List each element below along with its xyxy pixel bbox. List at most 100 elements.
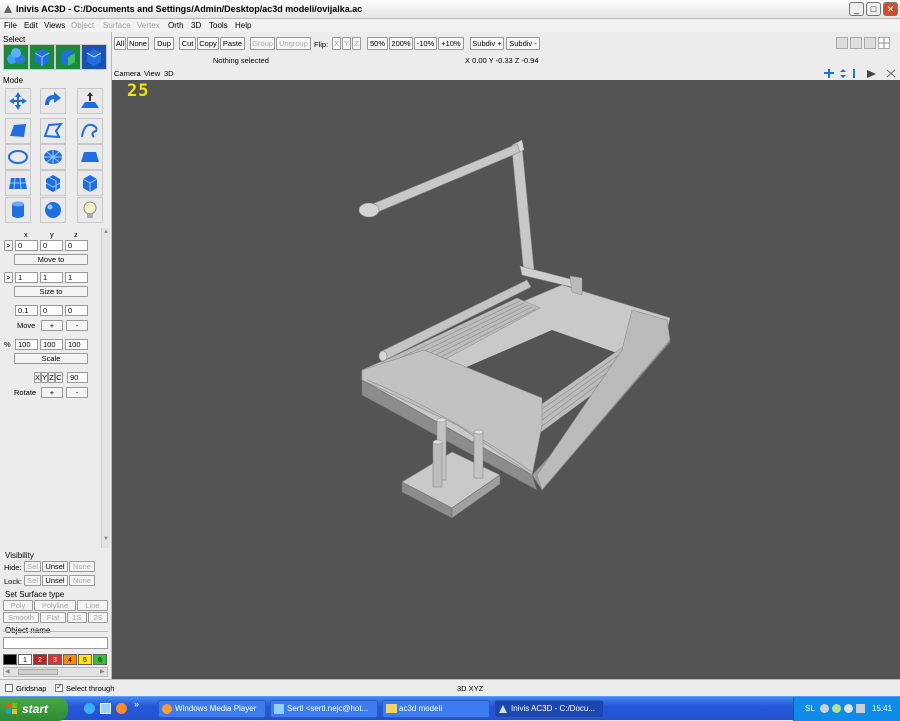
create-grid-box-button[interactable]: [40, 170, 66, 196]
select-through-checkbox[interactable]: ✓: [55, 684, 63, 692]
rotate-plus-button[interactable]: +: [41, 387, 63, 398]
3d-viewport[interactable]: 25: [112, 80, 900, 679]
copy-button[interactable]: Copy: [197, 37, 219, 50]
tray-volume-icon[interactable]: [856, 704, 865, 713]
view-extra-icon[interactable]: [885, 68, 897, 79]
gridsnap-checkbox[interactable]: [5, 684, 13, 692]
subdiv-plus-button[interactable]: Subdiv +: [470, 37, 504, 50]
create-mesh-button[interactable]: [5, 170, 31, 196]
create-sphere-button[interactable]: [40, 197, 66, 223]
move-x-field[interactable]: 0.1: [15, 305, 38, 316]
tray-app-icon-2[interactable]: [832, 704, 841, 713]
select-surface-button[interactable]: [55, 44, 81, 70]
rotate-axis-y-toggle[interactable]: Y: [41, 372, 48, 383]
surface-1s-button[interactable]: 1S: [67, 612, 87, 623]
viewport-menu-3d[interactable]: 3D: [164, 69, 174, 78]
quicklaunch-ie-icon[interactable]: [84, 703, 95, 714]
view-options-icon[interactable]: [866, 68, 880, 79]
flip-z-button[interactable]: Z: [352, 37, 361, 50]
zoom-200-button[interactable]: 200%: [389, 37, 413, 50]
palette-swatch[interactable]: 1: [18, 654, 32, 665]
layout-two-button[interactable]: [850, 37, 862, 49]
mode-extrude-button[interactable]: [77, 88, 103, 114]
palette-swatch[interactable]: 2: [33, 654, 47, 665]
cut-button[interactable]: Cut: [179, 37, 196, 50]
clock[interactable]: 15:41: [872, 704, 892, 713]
scroll-down-icon[interactable]: ▼: [103, 536, 109, 542]
size-y-field[interactable]: 1: [40, 272, 63, 283]
mode-rotate-button[interactable]: [40, 88, 66, 114]
menu-help[interactable]: Help: [235, 21, 251, 30]
group-button[interactable]: Group: [250, 37, 275, 50]
position-y-field[interactable]: 0: [40, 240, 63, 251]
create-polygon-button[interactable]: [5, 118, 31, 144]
surface-2s-button[interactable]: 2S: [88, 612, 108, 623]
select-group-button[interactable]: [3, 44, 29, 70]
surface-polyline-button[interactable]: Polyline: [34, 600, 76, 611]
zoom-icon[interactable]: [850, 68, 858, 79]
maximize-button[interactable]: □: [866, 2, 881, 16]
menu-edit[interactable]: Edit: [24, 21, 38, 30]
flip-y-button[interactable]: Y: [342, 37, 351, 50]
menu-tools[interactable]: Tools: [209, 21, 228, 30]
menu-vertex[interactable]: Vertex: [137, 21, 160, 30]
palette-scroll-right-icon[interactable]: ▶: [100, 668, 105, 675]
create-polyline-button[interactable]: [40, 118, 66, 144]
palette-swatch[interactable]: [3, 654, 17, 665]
size-to-button[interactable]: Size to: [14, 286, 88, 297]
tray-app-icon-1[interactable]: [820, 704, 829, 713]
task-email[interactable]: Sertl <sertl.nejc@hot...: [270, 700, 378, 718]
palette-scroll-left-icon[interactable]: ◀: [5, 668, 10, 675]
palette-swatch[interactable]: 3: [48, 654, 62, 665]
task-windows-media-player[interactable]: Windows Media Player: [158, 700, 266, 718]
task-ac3d-modeli-folder[interactable]: ac3d modeli: [382, 700, 490, 718]
menu-orth[interactable]: Orth: [168, 21, 184, 30]
task-inivis-ac3d[interactable]: Inivis AC3D - C:/Docu...: [494, 700, 604, 718]
menu-surface[interactable]: Surface: [103, 21, 131, 30]
duplicate-button[interactable]: Dup: [154, 37, 174, 50]
object-name-field[interactable]: [3, 637, 108, 649]
surface-smooth-button[interactable]: Smooth: [3, 612, 39, 623]
rotate-minus-button[interactable]: -: [66, 387, 88, 398]
hide-sel-button[interactable]: Sel: [24, 561, 41, 572]
quicklaunch-media-icon[interactable]: [116, 703, 127, 714]
subdiv-minus-button[interactable]: Subdiv -: [506, 37, 540, 50]
flip-x-button[interactable]: X: [332, 37, 341, 50]
size-expand-button[interactable]: >: [4, 272, 13, 283]
layout-three-button[interactable]: [864, 37, 876, 49]
hide-unsel-button[interactable]: Unsel: [42, 561, 68, 572]
viewport-menu-camera[interactable]: Camera: [114, 69, 141, 78]
language-indicator[interactable]: SL: [805, 704, 815, 713]
layout-four-button[interactable]: [878, 37, 890, 49]
move-to-button[interactable]: Move to: [14, 254, 88, 265]
palette-scrollbar[interactable]: ◀ ▶: [3, 667, 108, 677]
scroll-up-icon[interactable]: ▲: [103, 229, 109, 235]
create-box-button[interactable]: [77, 170, 103, 196]
lock-unsel-button[interactable]: Unsel: [42, 575, 68, 586]
hide-none-button[interactable]: None: [69, 561, 95, 572]
tray-app-icon-3[interactable]: [844, 704, 853, 713]
size-z-field[interactable]: 1: [65, 272, 88, 283]
lock-sel-button[interactable]: Sel: [24, 575, 41, 586]
create-cylinder-button[interactable]: [5, 197, 31, 223]
move-z-field[interactable]: 0: [65, 305, 88, 316]
mode-move-button[interactable]: [5, 88, 31, 114]
rotate-axis-x-toggle[interactable]: X: [34, 372, 41, 383]
select-all-button[interactable]: All: [114, 37, 126, 50]
zoom-50-button[interactable]: 50%: [367, 37, 388, 50]
menu-file[interactable]: File: [4, 21, 17, 30]
position-x-field[interactable]: 0: [15, 240, 38, 251]
select-object-button[interactable]: [29, 44, 55, 70]
lock-none-button[interactable]: None: [69, 575, 95, 586]
layout-single-button[interactable]: [836, 37, 848, 49]
create-ellipse-button[interactable]: [5, 144, 31, 170]
select-vertex-button[interactable]: [81, 44, 107, 70]
rotate-axis-z-toggle[interactable]: Z: [48, 372, 55, 383]
move-y-field[interactable]: 0: [40, 305, 63, 316]
scale-y-field[interactable]: 100: [40, 339, 63, 350]
move-plus-button[interactable]: +: [41, 320, 63, 331]
surface-flat-button[interactable]: Flat: [40, 612, 66, 623]
quicklaunch-more-icon[interactable]: »: [134, 699, 139, 709]
orbit-icon[interactable]: [823, 68, 835, 79]
surface-poly-button[interactable]: Poly: [3, 600, 33, 611]
